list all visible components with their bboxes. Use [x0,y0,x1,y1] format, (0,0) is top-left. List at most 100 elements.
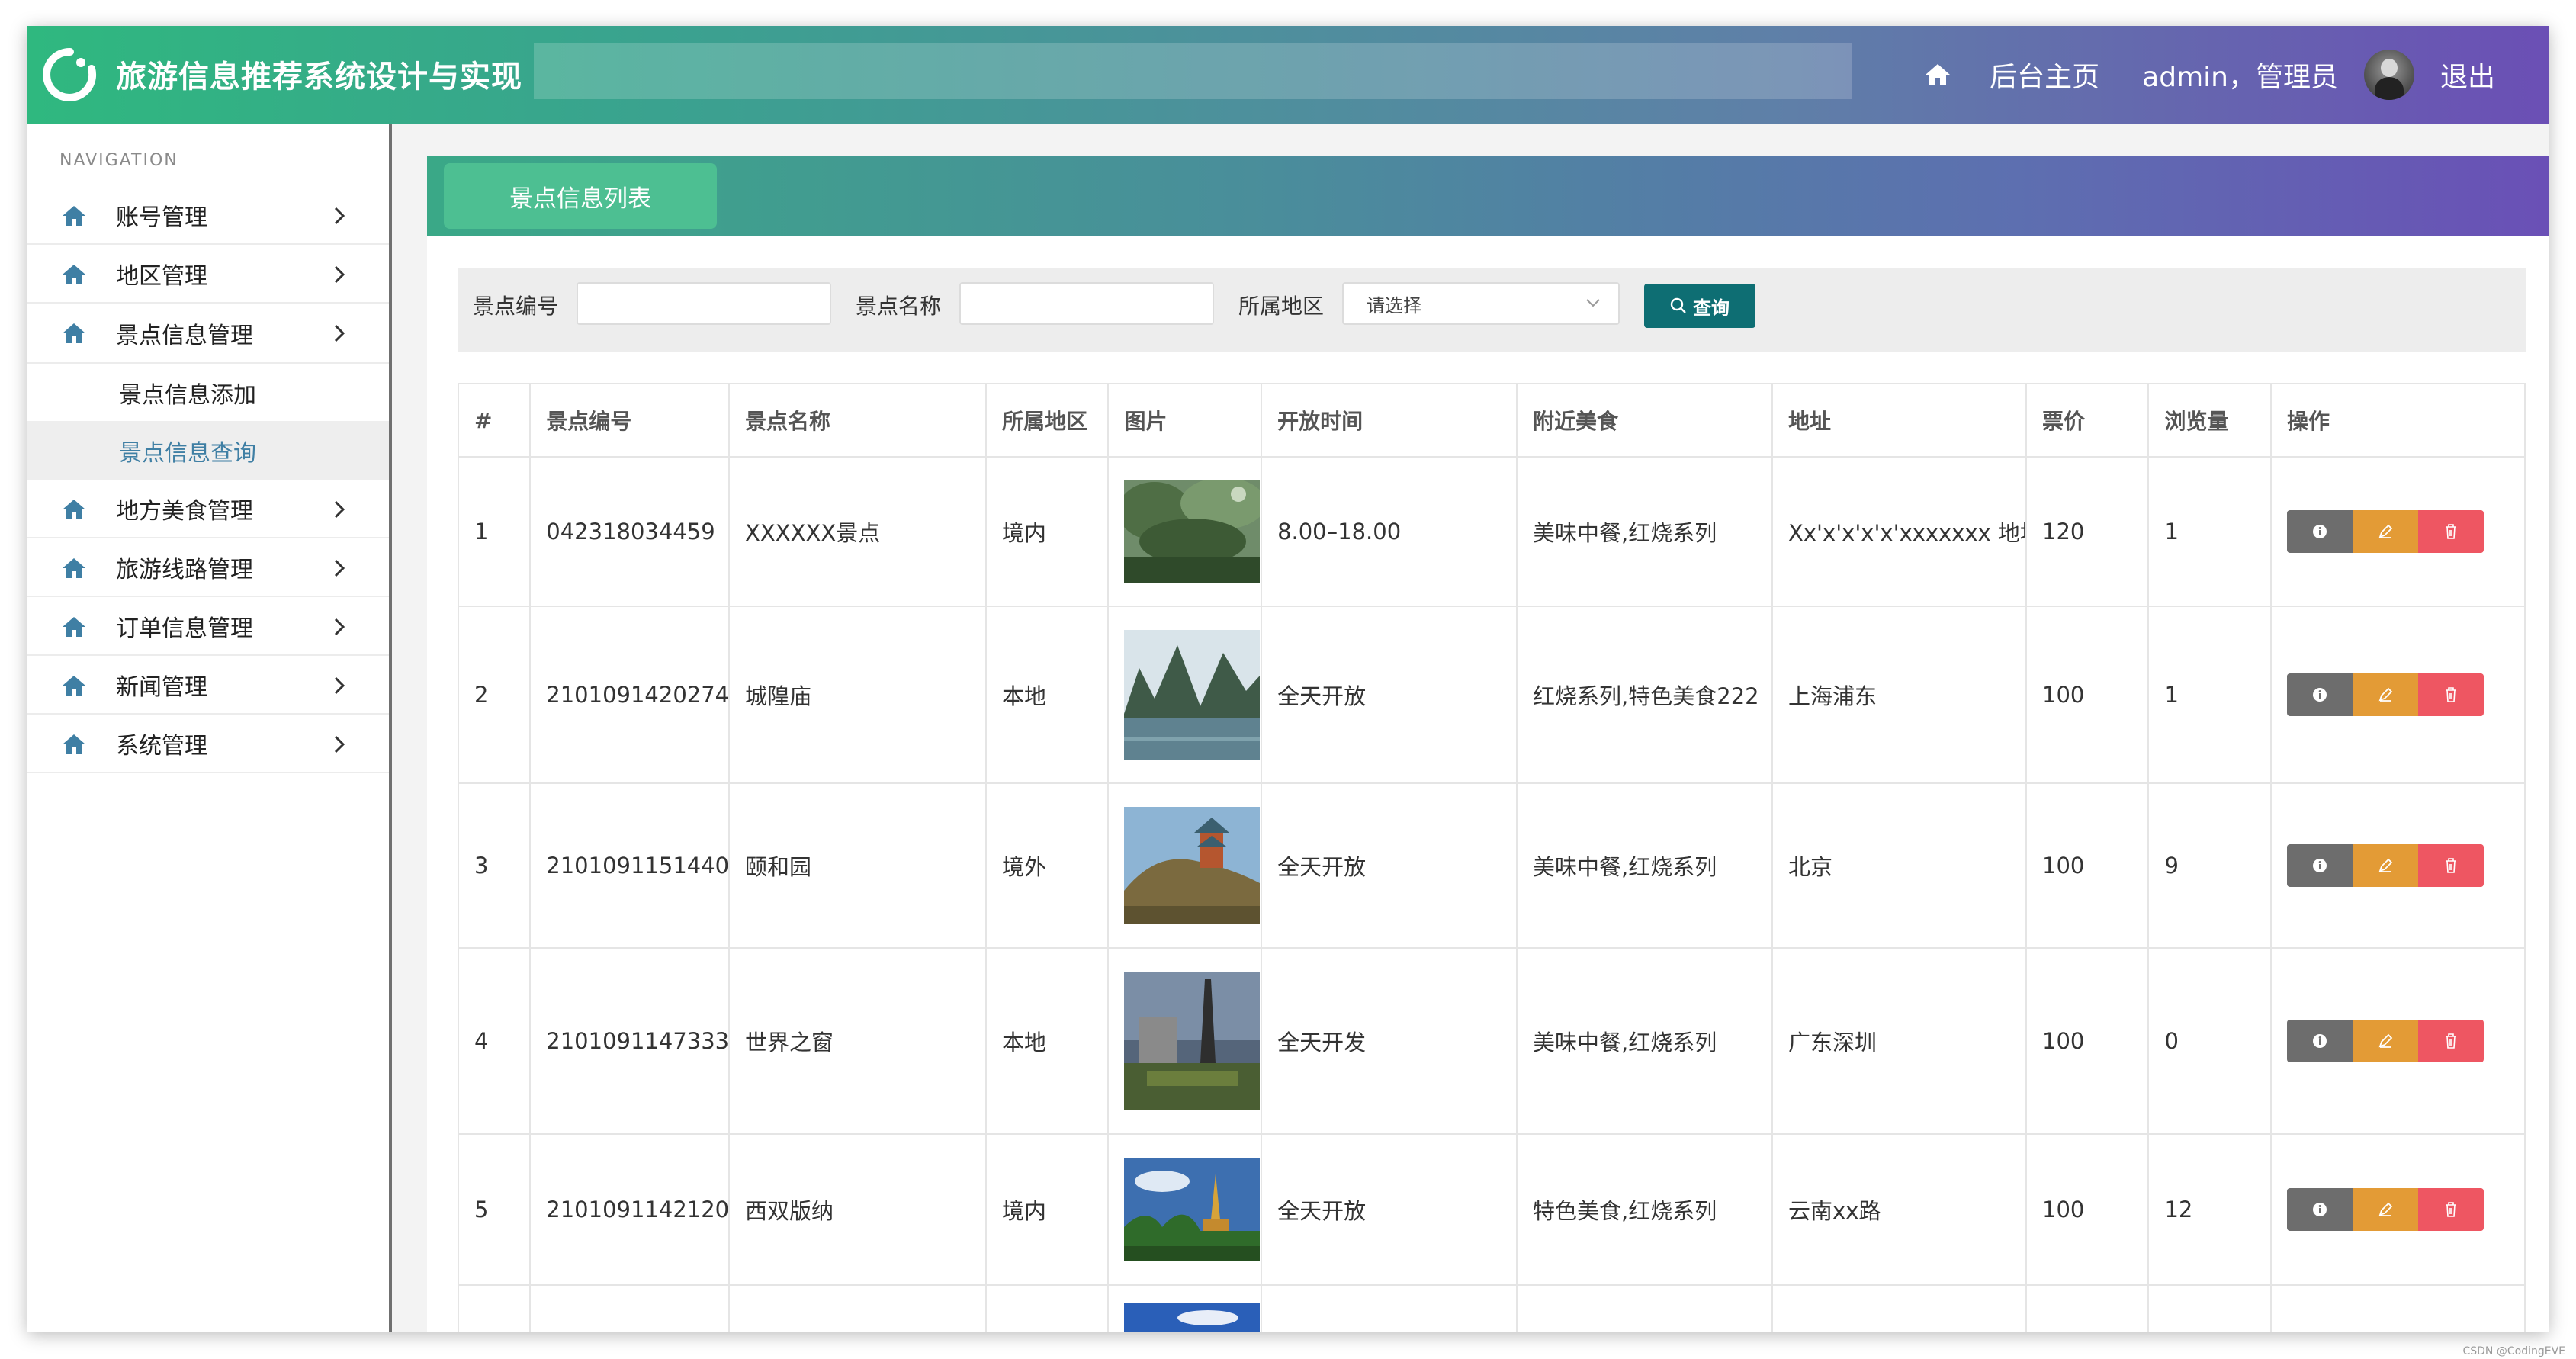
cell-food: 美味中餐,红烧系列 [1516,782,1774,949]
logo-icon [43,47,97,101]
sidebar-subitem-attraction-query[interactable]: 景点信息查询 [27,421,389,480]
table-row: 1 042318034459 XXXXXX景点 境内 8.00–18.00 美味… [457,456,2526,607]
cell-actions [2269,456,2526,607]
row-actions [2286,1188,2524,1231]
region-label: 所属地区 [1238,294,1325,319]
info-icon [2312,1203,2327,1216]
cell-price: 100 [2025,947,2150,1135]
cell-views: 1 [2147,606,2272,784]
detail-button[interactable] [2286,1188,2353,1231]
title-strip [534,43,1852,99]
cell-name: XXXXXX景点 [728,456,988,607]
search-icon [1670,297,1686,313]
edit-button[interactable] [2352,844,2418,887]
avatar[interactable] [2363,50,2414,100]
delete-button[interactable] [2417,1188,2484,1231]
row-actions [2286,510,2524,553]
delete-button[interactable] [2417,1020,2484,1062]
cell-food: 特色美食,红烧系列 [1516,1133,1774,1286]
column-header: 所属地区 [985,383,1110,458]
delete-button[interactable] [2417,844,2484,887]
edit-button[interactable] [2352,673,2418,716]
attraction-image[interactable] [1124,972,1261,1110]
cell-region: 境内 [985,456,1110,607]
column-header: 附近美食 [1516,383,1774,458]
cell-empty [1261,1284,1518,1332]
attraction-image[interactable] [1124,1303,1261,1332]
sidebar-item-label: 地区管理 [116,262,207,290]
home-icon [63,617,85,637]
cell-name: 西双版纳 [728,1133,988,1286]
detail-button[interactable] [2286,1020,2353,1062]
region-select-value: 请选择 [1367,294,1421,316]
attraction-image[interactable] [1124,480,1261,583]
query-button[interactable]: 查询 [1644,284,1755,328]
tab-attraction-list[interactable]: 景点信息列表 [444,163,717,229]
attraction-image[interactable] [1124,807,1261,924]
cell-actions [2269,947,2526,1135]
cell-empty [2269,1284,2526,1332]
sidebar-item-attractions[interactable]: 景点信息管理 [27,304,389,362]
delete-button[interactable] [2417,673,2484,716]
table-row: 5 2101091142120 西双版纳 境内 全天开放 特色美食,红烧系列 云… [457,1133,2526,1286]
chevron-down-icon [1586,299,1600,307]
info-icon [2312,525,2327,538]
sidebar-item-region[interactable]: 地区管理 [27,245,389,304]
sidebar-item-news[interactable]: 新闻管理 [27,656,389,715]
cell-empty [529,1284,731,1332]
chevron-right-icon [334,500,345,519]
logout-link[interactable]: 退出 [2440,55,2495,95]
sidebar-item-label: 旅游线路管理 [116,556,253,583]
edit-button[interactable] [2352,1188,2418,1231]
cell-image [1107,456,1263,607]
sidebar-item-account[interactable]: 账号管理 [27,186,389,245]
cell-food: 美味中餐,红烧系列 [1516,456,1774,607]
row-actions [2286,673,2524,716]
home-icon [63,500,85,519]
trash-icon [2445,687,2456,702]
cell-image [1107,1133,1263,1286]
home-icon[interactable] [1924,58,1958,92]
sidebar-subitem-attraction-add[interactable]: 景点信息添加 [27,362,389,421]
cell-address: 北京 [1771,782,2027,949]
sidebar-item-travel-routes[interactable]: 旅游线路管理 [27,538,389,597]
detail-button[interactable] [2286,844,2353,887]
cell-hours: 全天开发 [1261,947,1518,1135]
cell-price: 120 [2025,456,2150,607]
edit-button[interactable] [2352,510,2418,553]
sidebar-item-system[interactable]: 系统管理 [27,715,389,773]
code-input[interactable] [577,282,831,325]
cell-region: 本地 [985,947,1110,1135]
sidebar-item-local-food[interactable]: 地方美食管理 [27,480,389,538]
name-input[interactable] [959,282,1214,325]
chevron-right-icon [334,735,345,753]
column-header: # [457,383,532,458]
cell-image [1107,947,1263,1135]
table-row: 3 2101091151440 颐和园 境外 全天开放 美味中餐,红烧系列 北京… [457,782,2526,949]
cell-empty [1516,1284,1774,1332]
detail-button[interactable] [2286,510,2353,553]
cell-hours: 全天开放 [1261,782,1518,949]
header-actions: 后台主页 admin，管理员 退出 [1924,26,2495,124]
sidebar-item-orders[interactable]: 订单信息管理 [27,597,389,656]
cell-empty [2147,1284,2272,1332]
edit-button[interactable] [2352,1020,2418,1062]
attraction-image[interactable] [1124,630,1261,760]
cell-empty [2025,1284,2150,1332]
region-select[interactable]: 请选择 [1342,282,1620,325]
cell-address: 上海浦东 [1771,606,2027,784]
attraction-image[interactable] [1124,1158,1261,1261]
cell-code: 2101091142120 [529,1133,731,1286]
row-actions [2286,844,2524,887]
cell-name: 世界之窗 [728,947,988,1135]
attraction-table: # 景点编号 景点名称 所属地区 图片 开放时间 附近美食 地址 票价 浏览量 … [457,383,2526,1332]
cell-index: 4 [457,947,532,1135]
cell-actions [2269,782,2526,949]
backend-home-link[interactable]: 后台主页 [1990,55,2099,95]
cell-hours: 8.00–18.00 [1261,456,1518,607]
cell-address: Xx'x'x'x'x'xxxxxxx 地址 [1771,456,2027,607]
cell-empty [728,1284,988,1332]
delete-button[interactable] [2417,510,2484,553]
info-icon [2312,859,2327,872]
detail-button[interactable] [2286,673,2353,716]
